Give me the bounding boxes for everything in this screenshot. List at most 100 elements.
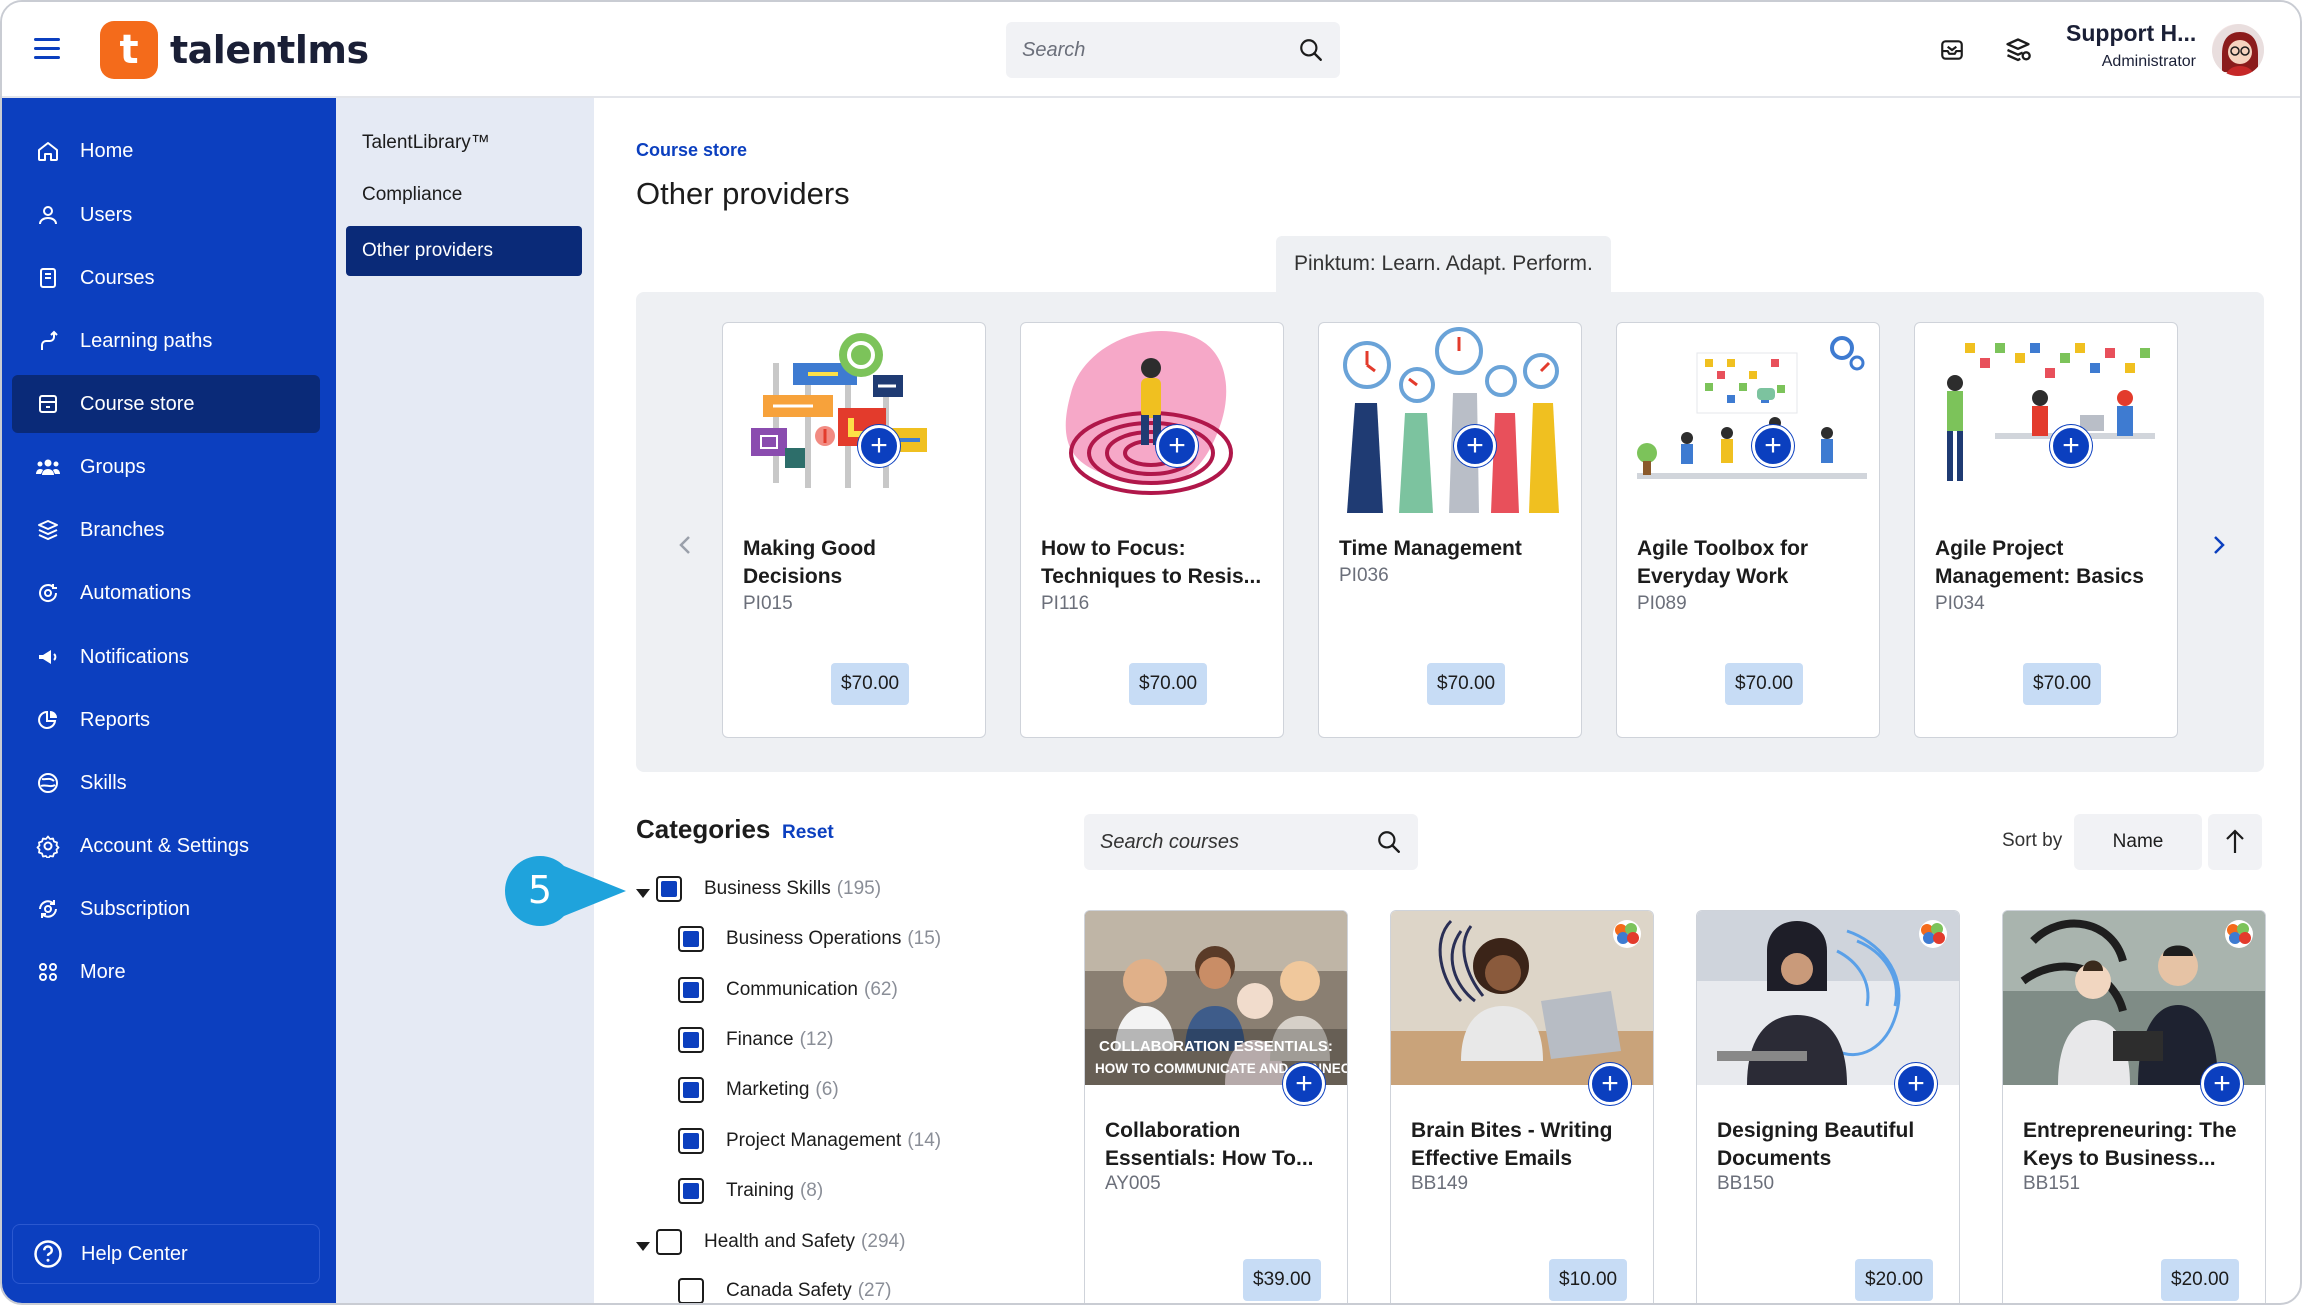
sidebar-item-label: Course store bbox=[80, 392, 195, 415]
add-course-button[interactable]: + bbox=[858, 425, 900, 467]
user-menu[interactable]: Support H... Administrator bbox=[2066, 20, 2196, 71]
collapse-caret-icon[interactable] bbox=[636, 1242, 650, 1251]
avatar[interactable] bbox=[2210, 22, 2266, 78]
course-store-submenu: TalentLibrary™ Compliance Other provider… bbox=[336, 98, 594, 1303]
breadcrumb[interactable]: Course store bbox=[636, 140, 747, 161]
home-icon bbox=[34, 137, 62, 165]
sidebar-item-courses[interactable]: Courses bbox=[12, 249, 320, 307]
category-label: Health and Safety bbox=[704, 1231, 856, 1252]
search-icon[interactable] bbox=[1298, 37, 1324, 63]
sidebar-item-notifications[interactable]: Notifications bbox=[12, 628, 320, 686]
carousel-prev-icon[interactable] bbox=[670, 530, 700, 560]
category-communication[interactable]: Communication (62) bbox=[678, 977, 898, 1003]
submenu-item-compliance[interactable]: Compliance bbox=[346, 170, 582, 220]
search-courses-input[interactable] bbox=[1100, 830, 1376, 854]
sidebar-item-subscription[interactable]: Subscription bbox=[12, 880, 320, 938]
category-count: (195) bbox=[836, 878, 882, 899]
add-course-button[interactable]: + bbox=[1156, 425, 1198, 467]
submenu-item-other-providers[interactable]: Other providers bbox=[346, 226, 582, 276]
sidebar-item-course-store[interactable]: Course store bbox=[12, 375, 320, 433]
sidebar-item-users[interactable]: Users bbox=[12, 186, 320, 244]
sort-direction-button[interactable] bbox=[2208, 814, 2262, 870]
category-checkbox[interactable] bbox=[678, 1077, 704, 1103]
help-icon bbox=[33, 1239, 63, 1269]
category-checkbox[interactable] bbox=[678, 1178, 704, 1204]
category-label: Training bbox=[726, 1180, 794, 1201]
course-price: $70.00 bbox=[831, 663, 910, 705]
course-price: $70.00 bbox=[1427, 663, 1506, 705]
sidebar-item-reports[interactable]: Reports bbox=[12, 691, 320, 749]
hamburger-menu-icon[interactable] bbox=[34, 38, 60, 60]
category-project-management[interactable]: Project Management (14) bbox=[678, 1128, 941, 1154]
category-checkbox[interactable] bbox=[656, 876, 682, 902]
course-code: BB149 bbox=[1411, 1173, 1469, 1194]
callout-number: 5 bbox=[528, 868, 552, 912]
category-checkbox[interactable] bbox=[678, 1278, 704, 1303]
course-title: Agile Toolbox for Everyday Work bbox=[1637, 537, 1809, 588]
sort-select[interactable]: Name bbox=[2074, 814, 2202, 870]
category-business-operations[interactable]: Business Operations (15) bbox=[678, 926, 941, 952]
category-count: (62) bbox=[864, 979, 898, 1000]
global-search[interactable] bbox=[1006, 22, 1340, 78]
logo-mark-icon: t bbox=[100, 21, 158, 79]
course-code: BB151 bbox=[2023, 1173, 2081, 1194]
category-canada-safety[interactable]: Canada Safety (27) bbox=[678, 1278, 892, 1303]
category-training[interactable]: Training (8) bbox=[678, 1178, 823, 1204]
help-center-button[interactable]: Help Center bbox=[12, 1224, 320, 1284]
category-label: Business Operations bbox=[726, 928, 902, 949]
add-course-button[interactable]: + bbox=[1752, 425, 1794, 467]
category-health-and-safety[interactable]: Health and Safety (294) bbox=[656, 1229, 905, 1255]
automation-icon bbox=[34, 579, 62, 607]
inbox-icon[interactable] bbox=[1934, 32, 1970, 68]
course-code: AY005 bbox=[1105, 1173, 1161, 1194]
submenu-item-talentlibrary[interactable]: TalentLibrary™ bbox=[346, 118, 582, 168]
featured-course-card[interactable]: + Time Management PI036 $70.00 bbox=[1318, 322, 1582, 738]
sidebar-item-label: Groups bbox=[80, 455, 146, 478]
course-card[interactable]: + Designing Beautiful Documents BB150 $2… bbox=[1696, 910, 1960, 1303]
book-icon bbox=[34, 264, 62, 292]
course-card[interactable]: + Entrepreneuring: The Keys to Business.… bbox=[2002, 910, 2266, 1303]
category-checkbox[interactable] bbox=[678, 1128, 704, 1154]
sidebar-item-learning-paths[interactable]: Learning paths bbox=[12, 312, 320, 370]
course-card[interactable]: + Brain Bites - Writing Effective Emails… bbox=[1390, 910, 1654, 1303]
add-course-button[interactable]: + bbox=[1895, 1063, 1937, 1105]
categories-reset-link[interactable]: Reset bbox=[782, 822, 834, 844]
provider-tab[interactable]: Pinktum: Learn. Adapt. Perform. bbox=[1276, 236, 1611, 292]
course-code: PI034 bbox=[1935, 593, 1985, 614]
sidebar-item-skills[interactable]: Skills bbox=[12, 754, 320, 812]
sidebar-item-more[interactable]: More bbox=[12, 943, 320, 1001]
featured-course-card[interactable]: + Making Good Decisions PI015 $70.00 bbox=[722, 322, 986, 738]
search-icon[interactable] bbox=[1376, 829, 1402, 855]
talentlms-logo[interactable]: t talentlms bbox=[100, 20, 369, 80]
sidebar-item-account-settings[interactable]: Account & Settings bbox=[12, 817, 320, 875]
stack-settings-icon[interactable] bbox=[2000, 32, 2036, 68]
add-course-button[interactable]: + bbox=[1589, 1063, 1631, 1105]
add-course-button[interactable]: + bbox=[2201, 1063, 2243, 1105]
carousel-next-icon[interactable] bbox=[2204, 530, 2234, 560]
sidebar-item-home[interactable]: Home bbox=[12, 122, 320, 180]
global-search-input[interactable] bbox=[1022, 38, 1298, 62]
category-checkbox[interactable] bbox=[678, 926, 704, 952]
course-card[interactable]: COLLABORATION ESSENTIALS: HOW TO COMMUNI… bbox=[1084, 910, 1348, 1303]
collapse-caret-icon[interactable] bbox=[636, 889, 650, 898]
search-courses[interactable] bbox=[1084, 814, 1418, 870]
category-business-skills[interactable]: Business Skills (195) bbox=[656, 876, 881, 902]
course-title: Brain Bites - Writing Effective Emails bbox=[1411, 1119, 1613, 1170]
course-title: Collaboration Essentials: How To... bbox=[1105, 1119, 1314, 1170]
sidebar-item-automations[interactable]: Automations bbox=[12, 564, 320, 622]
add-course-button[interactable]: + bbox=[1454, 425, 1496, 467]
add-course-button[interactable]: + bbox=[1283, 1063, 1325, 1105]
category-checkbox[interactable] bbox=[656, 1229, 682, 1255]
sidebar-item-branches[interactable]: Branches bbox=[12, 501, 320, 559]
category-marketing[interactable]: Marketing (6) bbox=[678, 1077, 839, 1103]
add-course-button[interactable]: + bbox=[2050, 425, 2092, 467]
sidebar-item-groups[interactable]: Groups bbox=[12, 438, 320, 496]
category-finance[interactable]: Finance (12) bbox=[678, 1027, 833, 1053]
category-checkbox[interactable] bbox=[678, 977, 704, 1003]
featured-course-card[interactable]: + Agile Project Management: Basics PI034… bbox=[1914, 322, 2178, 738]
course-image bbox=[1637, 336, 1867, 479]
featured-course-card[interactable]: + Agile Toolbox for Everyday Work PI089 … bbox=[1616, 322, 1880, 738]
featured-course-card[interactable]: + How to Focus: Techniques to Resis... P… bbox=[1020, 322, 1284, 738]
groups-icon bbox=[34, 453, 62, 481]
category-checkbox[interactable] bbox=[678, 1027, 704, 1053]
